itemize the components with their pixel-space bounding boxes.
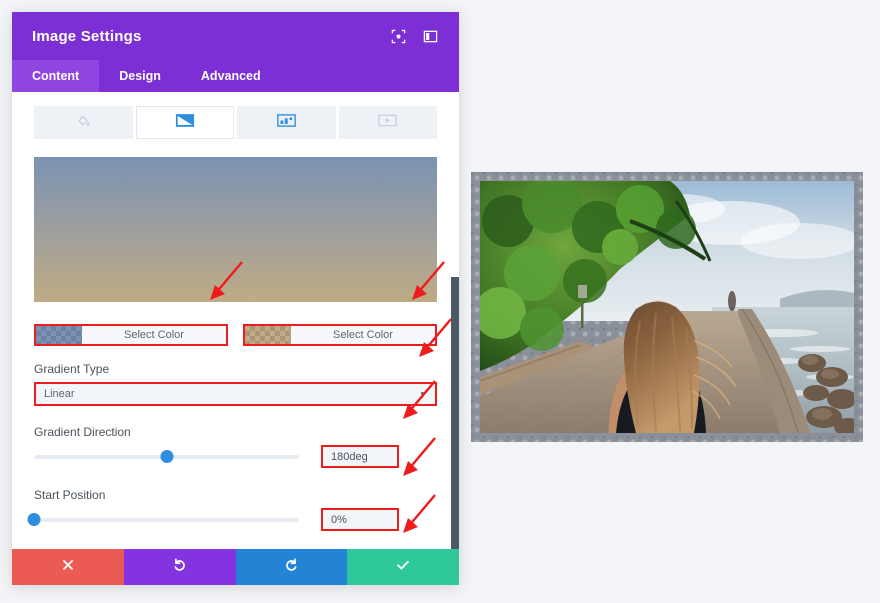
redo-button[interactable] [235,549,348,585]
start-position-slider[interactable] [27,512,299,528]
tab-advanced[interactable]: Advanced [181,60,281,92]
background-type-toggle-row [34,106,437,139]
panel-header: Image Settings [12,12,459,60]
undo-button[interactable] [123,549,236,585]
panel-layout-icon[interactable] [417,23,443,49]
gradient-direction-label: Gradient Direction [34,425,131,439]
save-button[interactable] [347,549,459,585]
slider-handle[interactable] [27,513,41,526]
undo-arrow-icon [172,557,188,578]
gradient-direction-group: Gradient Direction 180deg [34,425,437,468]
solid-color-tab[interactable] [34,106,133,139]
gradient-direction-input[interactable]: 180deg [321,445,399,468]
gradient-type-select[interactable]: Linear ▼ [34,382,437,406]
start-position-row: 0% [27,508,437,531]
redo-arrow-icon [283,557,299,578]
start-color-selector[interactable]: Select Color [34,324,228,346]
gradient-type-group: Gradient Type Linear ▼ [34,362,437,406]
image-icon [276,113,296,133]
panel-scroll-body: Select Color Select Color Gradient Type … [12,92,459,549]
start-position-group: Start Position 0% [27,488,437,531]
panel-footer-actions [12,549,459,585]
gradient-direction-slider[interactable] [34,449,299,465]
cancel-button[interactable] [12,549,124,585]
paint-bucket-icon [76,113,91,133]
tab-content[interactable]: Content [12,60,100,92]
slider-handle[interactable] [160,450,173,463]
checkmark-icon [395,557,411,578]
gradient-icon [175,113,195,133]
start-color-swatch [36,326,82,344]
chevron-down-icon: ▼ [419,389,427,399]
video-icon [378,113,398,133]
end-color-label: Select Color [291,326,435,344]
focus-target-icon[interactable] [385,23,411,49]
vertical-scrollbar[interactable] [451,277,459,549]
gradient-type-value: Linear [44,388,75,400]
photo-image [480,181,854,433]
close-icon [61,558,75,577]
slider-track [34,517,299,522]
start-color-label: Select Color [82,326,226,344]
page-title: Image Settings [32,27,142,45]
photo-illustration [480,181,854,433]
gradient-tab[interactable] [135,106,234,139]
image-tab[interactable] [237,106,336,139]
end-color-selector[interactable]: Select Color [243,324,437,346]
gradient-preview [34,157,437,302]
end-color-swatch [245,326,291,344]
panel-tab-strip: Content Design Advanced [12,60,459,92]
start-position-input[interactable]: 0% [321,508,399,531]
start-position-label: Start Position [34,488,106,502]
gradient-direction-row: 180deg [34,445,437,468]
image-module-preview[interactable] [471,172,863,442]
gradient-type-label: Gradient Type [34,362,110,376]
video-tab[interactable] [338,106,437,139]
image-settings-panel: Image Settings Content Design Advanced S… [12,12,459,585]
tab-design[interactable]: Design [99,60,181,92]
color-selector-row: Select Color Select Color [34,324,437,346]
